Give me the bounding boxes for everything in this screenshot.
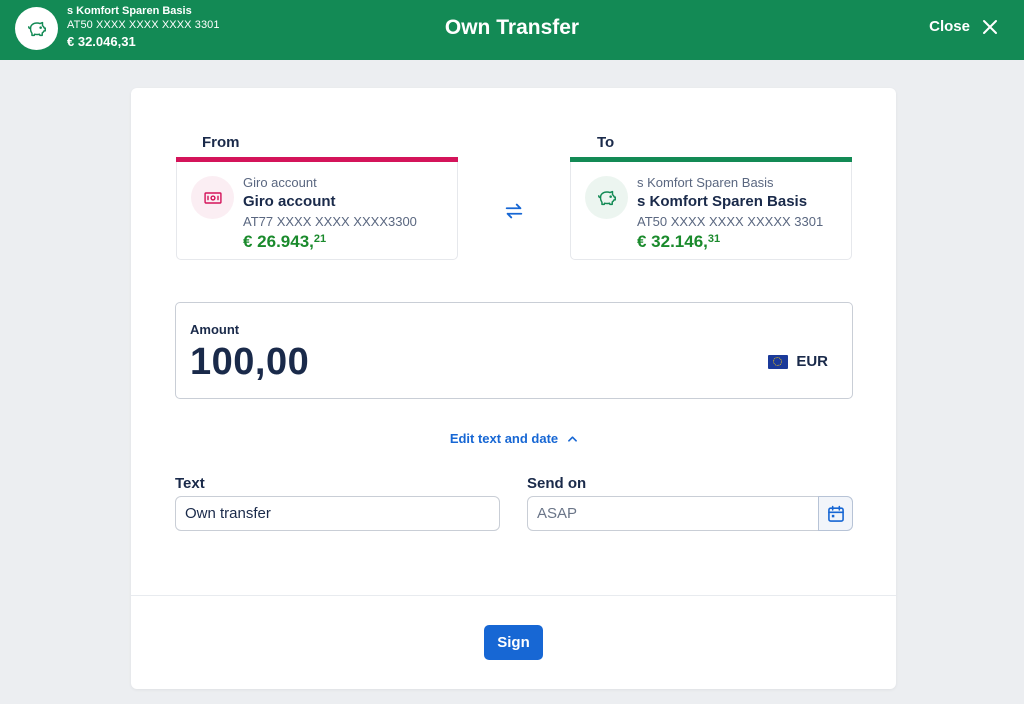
- calendar-icon: [827, 505, 844, 522]
- text-field-label: Text: [175, 475, 205, 492]
- amount-label: Amount: [190, 322, 240, 337]
- banknote-icon: [203, 191, 222, 204]
- to-account-icon-wrap: [585, 176, 628, 219]
- currency-selector: EUR: [768, 353, 828, 370]
- from-accent-bar: [176, 157, 458, 162]
- to-account-details: s Komfort Sparen Basis s Komfort Sparen …: [637, 176, 823, 250]
- calendar-button[interactable]: [818, 496, 853, 531]
- from-account-name: Giro account: [243, 193, 336, 210]
- to-account-balance: € 32.146,31: [637, 233, 823, 250]
- from-account-icon-wrap: [191, 176, 234, 219]
- close-button[interactable]: Close: [929, 18, 998, 35]
- text-input[interactable]: [175, 496, 500, 531]
- from-label: From: [202, 134, 240, 151]
- to-account-name: s Komfort Sparen Basis: [637, 193, 808, 210]
- close-icon: [983, 19, 997, 34]
- amount-value[interactable]: 100,00: [190, 341, 309, 384]
- eu-flag-icon: [768, 354, 789, 369]
- to-account-iban: AT50 XXXX XXXX XXXXX 3301: [637, 214, 824, 229]
- from-balance-main: € 26.943,: [243, 232, 314, 251]
- from-account-balance: € 26.943,21: [243, 233, 417, 250]
- from-account-iban: AT77 XXXX XXXX XXXX3300: [243, 214, 417, 229]
- to-account-type: s Komfort Sparen Basis: [637, 175, 774, 190]
- to-accent-bar: [570, 157, 852, 162]
- piggy-bank-icon: [597, 190, 616, 205]
- top-bar: s Komfort Sparen Basis AT50 XXXX XXXX XX…: [0, 0, 1024, 60]
- transfer-form-card: From To Giro account Giro account AT77 X…: [131, 88, 896, 689]
- to-account-card[interactable]: s Komfort Sparen Basis s Komfort Sparen …: [570, 157, 852, 260]
- chevron-up-icon: [568, 436, 578, 442]
- sign-button[interactable]: Sign: [484, 625, 543, 660]
- to-balance-cents: 31: [707, 233, 721, 245]
- from-balance-cents: 21: [313, 233, 327, 245]
- currency-code: EUR: [796, 353, 828, 370]
- footer-divider: [131, 595, 896, 596]
- from-account-type: Giro account: [243, 175, 317, 190]
- to-balance-main: € 32.146,: [637, 232, 708, 251]
- close-label: Close: [929, 18, 970, 35]
- page-title: Own Transfer: [444, 16, 580, 39]
- swap-arrows-icon[interactable]: [503, 200, 525, 222]
- from-account-card[interactable]: Giro account Giro account AT77 XXXX XXXX…: [176, 157, 458, 260]
- to-label: To: [597, 134, 615, 151]
- edit-text-and-date-link[interactable]: Edit text and date: [131, 431, 896, 446]
- amount-field[interactable]: Amount 100,00 EUR: [175, 302, 853, 399]
- from-account-details: Giro account Giro account AT77 XXXX XXXX…: [243, 176, 417, 250]
- edit-link-label: Edit text and date: [449, 431, 559, 446]
- send-on-label: Send on: [527, 475, 587, 492]
- send-on-input[interactable]: [527, 496, 819, 531]
